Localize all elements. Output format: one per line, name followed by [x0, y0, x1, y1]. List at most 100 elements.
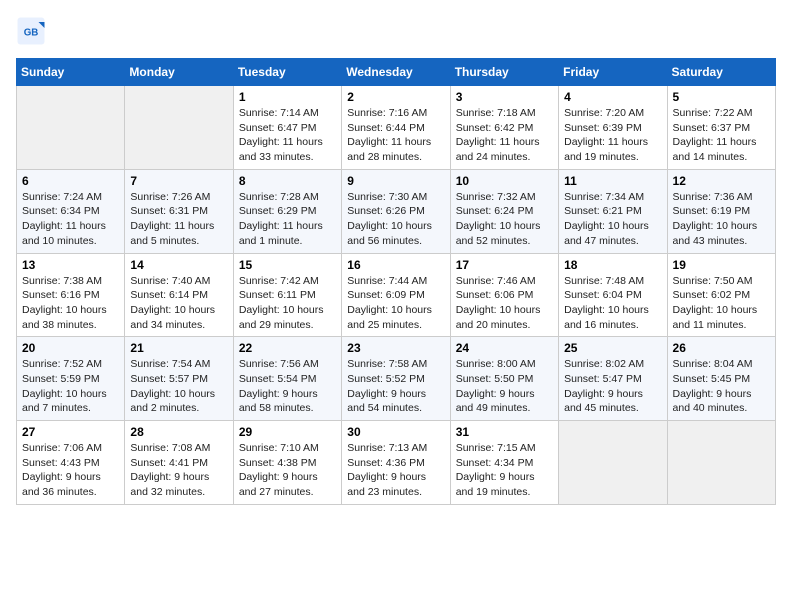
day-info: Sunrise: 7:18 AM Sunset: 6:42 PM Dayligh… [456, 106, 553, 165]
day-number: 12 [673, 174, 770, 188]
day-info: Sunrise: 7:16 AM Sunset: 6:44 PM Dayligh… [347, 106, 444, 165]
logo-icon: GB [16, 16, 46, 46]
week-row-5: 27 Sunrise: 7:06 AM Sunset: 4:43 PM Dayli… [17, 421, 776, 505]
day-info: Sunrise: 7:10 AM Sunset: 4:38 PM Dayligh… [239, 441, 336, 500]
day-number: 17 [456, 258, 553, 272]
day-info: Sunrise: 7:48 AM Sunset: 6:04 PM Dayligh… [564, 274, 661, 333]
day-number: 18 [564, 258, 661, 272]
day-cell: 14Sunrise: 7:40 AM Sunset: 6:14 PM Dayli… [125, 253, 233, 337]
day-cell: 18 Sunrise: 7:48 AM Sunset: 6:04 PM Dayli… [559, 253, 667, 337]
day-number: 25 [564, 341, 661, 355]
day-cell: 12Sunrise: 7:36 AM Sunset: 6:19 PM Dayli… [667, 169, 775, 253]
header-cell-wednesday: Wednesday [342, 59, 450, 86]
day-number: 7 [130, 174, 227, 188]
day-number: 11 [564, 174, 661, 188]
day-number: 14 [130, 258, 227, 272]
day-info: Sunrise: 7:13 AM Sunset: 4:36 PM Dayligh… [347, 441, 444, 500]
day-cell: 13 Sunrise: 7:38 AM Sunset: 6:16 PM Dayli… [17, 253, 125, 337]
week-row-1: 1 Sunrise: 7:14 AM Sunset: 6:47 PM Daylig… [17, 86, 776, 170]
page-header: GB [16, 16, 776, 46]
day-cell: 9Sunrise: 7:30 AM Sunset: 6:26 PM Daylig… [342, 169, 450, 253]
day-info: Sunrise: 8:04 AM Sunset: 5:45 PM Dayligh… [673, 357, 770, 416]
day-cell: 6 Sunrise: 7:24 AM Sunset: 6:34 PM Daylig… [17, 169, 125, 253]
svg-text:GB: GB [24, 28, 39, 39]
week-row-3: 13 Sunrise: 7:38 AM Sunset: 6:16 PM Dayli… [17, 253, 776, 337]
day-cell: 11 Sunrise: 7:34 AM Sunset: 6:21 PM Dayli… [559, 169, 667, 253]
day-cell: 7Sunrise: 7:26 AM Sunset: 6:31 PM Daylig… [125, 169, 233, 253]
day-cell: 26 Sunrise: 8:04 AM Sunset: 5:45 PM Dayli… [667, 337, 775, 421]
day-number: 22 [239, 341, 336, 355]
day-cell: 30 Sunrise: 7:13 AM Sunset: 4:36 PM Dayli… [342, 421, 450, 505]
day-number: 6 [22, 174, 119, 188]
week-row-2: 6 Sunrise: 7:24 AM Sunset: 6:34 PM Daylig… [17, 169, 776, 253]
day-number: 19 [673, 258, 770, 272]
day-number: 15 [239, 258, 336, 272]
header-cell-saturday: Saturday [667, 59, 775, 86]
day-cell: 3 Sunrise: 7:18 AM Sunset: 6:42 PM Daylig… [450, 86, 558, 170]
day-number: 4 [564, 90, 661, 104]
day-cell: 8Sunrise: 7:28 AM Sunset: 6:29 PM Daylig… [233, 169, 341, 253]
header-cell-sunday: Sunday [17, 59, 125, 86]
day-number: 23 [347, 341, 444, 355]
day-number: 10 [456, 174, 553, 188]
day-cell: 16Sunrise: 7:44 AM Sunset: 6:09 PM Dayli… [342, 253, 450, 337]
day-number: 27 [22, 425, 119, 439]
day-info: Sunrise: 7:28 AM Sunset: 6:29 PM Dayligh… [239, 190, 336, 249]
day-cell: 2 Sunrise: 7:16 AM Sunset: 6:44 PM Daylig… [342, 86, 450, 170]
day-info: Sunrise: 7:30 AM Sunset: 6:26 PM Dayligh… [347, 190, 444, 249]
day-info: Sunrise: 7:20 AM Sunset: 6:39 PM Dayligh… [564, 106, 661, 165]
day-info: Sunrise: 7:24 AM Sunset: 6:34 PM Dayligh… [22, 190, 119, 249]
day-number: 31 [456, 425, 553, 439]
day-info: Sunrise: 7:38 AM Sunset: 6:16 PM Dayligh… [22, 274, 119, 333]
day-cell: 5 Sunrise: 7:22 AM Sunset: 6:37 PM Daylig… [667, 86, 775, 170]
day-number: 21 [130, 341, 227, 355]
day-number: 5 [673, 90, 770, 104]
day-info: Sunrise: 7:14 AM Sunset: 6:47 PM Dayligh… [239, 106, 336, 165]
week-row-4: 20 Sunrise: 7:52 AM Sunset: 5:59 PM Dayli… [17, 337, 776, 421]
day-number: 2 [347, 90, 444, 104]
day-info: Sunrise: 7:15 AM Sunset: 4:34 PM Dayligh… [456, 441, 553, 500]
day-cell: 15 Sunrise: 7:42 AM Sunset: 6:11 PM Dayli… [233, 253, 341, 337]
day-cell: 19 Sunrise: 7:50 AM Sunset: 6:02 PM Dayli… [667, 253, 775, 337]
day-info: Sunrise: 7:08 AM Sunset: 4:41 PM Dayligh… [130, 441, 227, 500]
day-info: Sunrise: 7:54 AM Sunset: 5:57 PM Dayligh… [130, 357, 227, 416]
day-number: 3 [456, 90, 553, 104]
day-number: 24 [456, 341, 553, 355]
header-cell-friday: Friday [559, 59, 667, 86]
day-cell: 27 Sunrise: 7:06 AM Sunset: 4:43 PM Dayli… [17, 421, 125, 505]
day-number: 13 [22, 258, 119, 272]
day-cell [667, 421, 775, 505]
day-number: 30 [347, 425, 444, 439]
day-cell: 17 Sunrise: 7:46 AM Sunset: 6:06 PM Dayli… [450, 253, 558, 337]
day-cell: 20 Sunrise: 7:52 AM Sunset: 5:59 PM Dayli… [17, 337, 125, 421]
calendar-table: SundayMondayTuesdayWednesdayThursdayFrid… [16, 58, 776, 505]
header-cell-monday: Monday [125, 59, 233, 86]
day-info: Sunrise: 7:32 AM Sunset: 6:24 PM Dayligh… [456, 190, 553, 249]
day-info: Sunrise: 7:58 AM Sunset: 5:52 PM Dayligh… [347, 357, 444, 416]
day-number: 1 [239, 90, 336, 104]
day-info: Sunrise: 7:22 AM Sunset: 6:37 PM Dayligh… [673, 106, 770, 165]
day-cell: 28 Sunrise: 7:08 AM Sunset: 4:41 PM Dayli… [125, 421, 233, 505]
day-info: Sunrise: 7:42 AM Sunset: 6:11 PM Dayligh… [239, 274, 336, 333]
header-row: SundayMondayTuesdayWednesdayThursdayFrid… [17, 59, 776, 86]
header-cell-thursday: Thursday [450, 59, 558, 86]
day-number: 26 [673, 341, 770, 355]
day-cell [125, 86, 233, 170]
header-cell-tuesday: Tuesday [233, 59, 341, 86]
day-number: 28 [130, 425, 227, 439]
day-cell: 10 Sunrise: 7:32 AM Sunset: 6:24 PM Dayli… [450, 169, 558, 253]
day-cell: 22 Sunrise: 7:56 AM Sunset: 5:54 PM Dayli… [233, 337, 341, 421]
day-info: Sunrise: 7:34 AM Sunset: 6:21 PM Dayligh… [564, 190, 661, 249]
day-number: 20 [22, 341, 119, 355]
day-cell: 21 Sunrise: 7:54 AM Sunset: 5:57 PM Dayli… [125, 337, 233, 421]
day-info: Sunrise: 7:06 AM Sunset: 4:43 PM Dayligh… [22, 441, 119, 500]
day-info: Sunrise: 7:52 AM Sunset: 5:59 PM Dayligh… [22, 357, 119, 416]
day-info: Sunrise: 8:02 AM Sunset: 5:47 PM Dayligh… [564, 357, 661, 416]
day-info: Sunrise: 8:00 AM Sunset: 5:50 PM Dayligh… [456, 357, 553, 416]
day-cell: 31 Sunrise: 7:15 AM Sunset: 4:34 PM Dayli… [450, 421, 558, 505]
day-info: Sunrise: 7:46 AM Sunset: 6:06 PM Dayligh… [456, 274, 553, 333]
day-number: 16 [347, 258, 444, 272]
day-cell: 23 Sunrise: 7:58 AM Sunset: 5:52 PM Dayli… [342, 337, 450, 421]
day-info: Sunrise: 7:50 AM Sunset: 6:02 PM Dayligh… [673, 274, 770, 333]
day-info: Sunrise: 7:56 AM Sunset: 5:54 PM Dayligh… [239, 357, 336, 416]
